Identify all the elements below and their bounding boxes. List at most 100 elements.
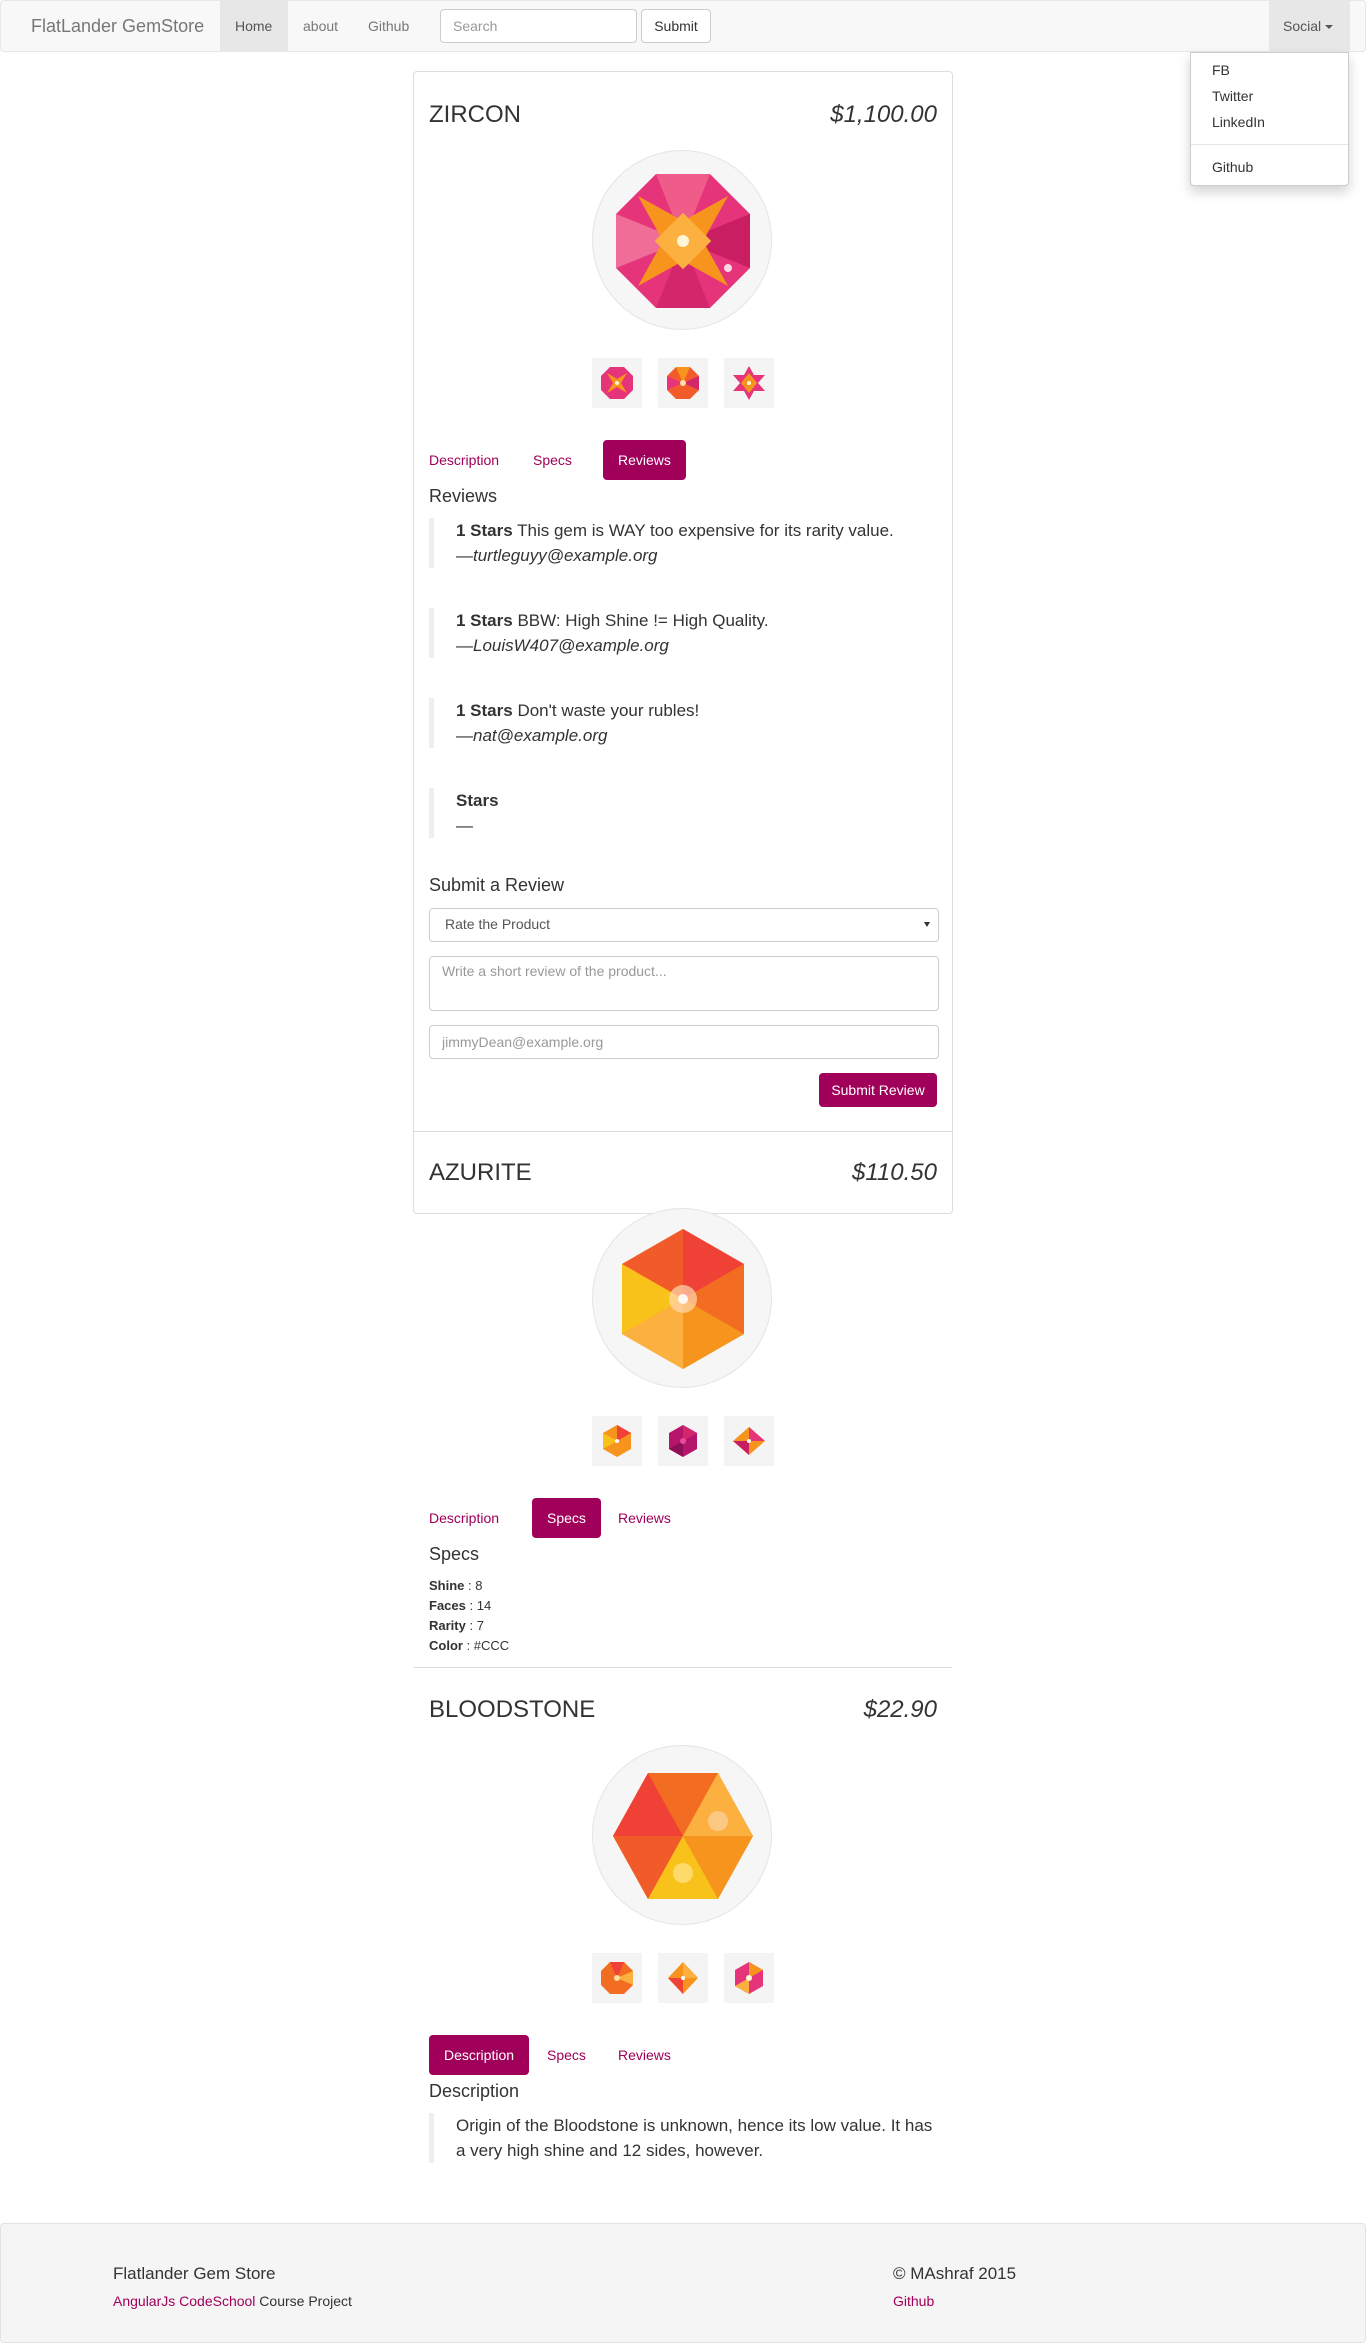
gem-thumb-icon <box>669 1425 697 1457</box>
tab-specs[interactable]: Specs <box>518 440 587 480</box>
gem-thumb-icon <box>667 367 699 399</box>
footer-codeschool-link[interactable]: AngularJs CodeSchool <box>113 2293 255 2309</box>
product-list: ZIRCON $1,100.00 Description Specs Revie… <box>413 71 953 2163</box>
gem-thumb-icon <box>733 366 765 400</box>
footer-subtitle-text: Course Project <box>255 2293 352 2309</box>
gem-thumb-icon <box>601 367 633 399</box>
spec-label: Rarity <box>429 1618 466 1633</box>
thumbnail-1[interactable] <box>592 1953 642 2003</box>
caret-down-icon <box>1325 25 1334 30</box>
dropdown-item-fb[interactable]: FB <box>1212 62 1230 78</box>
gem-thumb-icon <box>601 1962 633 1994</box>
spec-label: Faces <box>429 1598 466 1613</box>
review-item: Stars — <box>429 788 939 838</box>
gem-image <box>592 150 772 330</box>
review-author: —nat@example.org <box>456 726 608 745</box>
tab-reviews[interactable]: Reviews <box>603 1498 686 1538</box>
thumbnail-1[interactable] <box>592 1416 642 1466</box>
footer-copyright: © MAshraf 2015 <box>893 2264 1017 2283</box>
section-title: Reviews <box>429 486 498 506</box>
footer-subtitle: AngularJs CodeSchool Course Project <box>113 2293 352 2309</box>
social-dropdown-menu: FB Twitter LinkedIn Github <box>1190 52 1349 186</box>
dropdown-divider <box>1191 144 1348 145</box>
gem-image <box>592 1208 772 1388</box>
tab-description[interactable]: Description <box>414 1498 514 1538</box>
gem-thumb-icon <box>733 1427 765 1455</box>
review-form-title: Submit a Review <box>429 875 565 895</box>
product-name: BLOODSTONE <box>429 1696 596 1723</box>
gem-hexagon-icon <box>613 1773 753 1899</box>
tab-description[interactable]: Description <box>414 440 514 480</box>
dropdown-item-linkedin[interactable]: LinkedIn <box>1212 114 1265 130</box>
spec-value: : 8 <box>464 1578 483 1593</box>
footer: Flatlander Gem Store AngularJs CodeSchoo… <box>0 2223 1366 2343</box>
spec-shine: Shine : 8 <box>429 1578 482 1593</box>
footer-github-link[interactable]: Github <box>893 2293 934 2309</box>
spec-label: Color <box>429 1638 463 1653</box>
spec-rarity: Rarity : 7 <box>429 1618 484 1633</box>
review-stars: 1 Stars <box>456 701 513 720</box>
review-email-input[interactable] <box>429 1025 939 1059</box>
product-bloodstone: BLOODSTONE $22.90 Description Specs Revi… <box>414 1668 952 2213</box>
spec-value: : 7 <box>465 1618 484 1633</box>
tab-reviews[interactable]: Reviews <box>603 440 686 480</box>
gem-hexagon-icon <box>622 1229 744 1369</box>
brand-link[interactable]: FlatLander GemStore <box>31 16 204 37</box>
gem-thumb-icon <box>668 1962 698 1994</box>
thumbnail-3[interactable] <box>724 1953 774 2003</box>
nav-github[interactable]: Github <box>353 1 424 51</box>
review-item: 1 Stars This gem is WAY too expensive fo… <box>429 518 939 568</box>
gem-thumb-icon <box>603 1425 631 1457</box>
thumbnail-1[interactable] <box>592 358 642 408</box>
spec-label: Shine <box>429 1578 465 1593</box>
product-name: ZIRCON <box>429 101 521 128</box>
nav-home[interactable]: Home <box>220 1 288 51</box>
tab-specs[interactable]: Specs <box>532 2035 601 2075</box>
thumbnail-2[interactable] <box>658 1416 708 1466</box>
thumbnail-3[interactable] <box>724 358 774 408</box>
review-body: This gem is WAY too expensive for its ra… <box>517 521 894 540</box>
tab-description[interactable]: Description <box>429 2035 530 2075</box>
review-stars: Stars <box>456 791 499 810</box>
spec-faces: Faces : 14 <box>429 1598 491 1613</box>
nav-about[interactable]: about <box>288 1 353 51</box>
rating-select-value: Rate the Product <box>445 916 551 932</box>
review-body: Don't waste your rubles! <box>517 701 700 720</box>
thumbnail-3[interactable] <box>724 1416 774 1466</box>
review-stars: 1 Stars <box>456 521 513 540</box>
product-zircon: ZIRCON $1,100.00 Description Specs Revie… <box>414 72 952 1132</box>
social-dropdown-toggle[interactable]: Social <box>1269 1 1350 51</box>
review-item: 1 Stars BBW: High Shine != High Quality.… <box>429 608 939 658</box>
gem-image <box>592 1745 772 1925</box>
review-author: —LouisW407@example.org <box>456 636 669 655</box>
spec-value: : 14 <box>465 1598 492 1613</box>
search-submit-button[interactable]: Submit <box>641 9 711 43</box>
spec-value: : #CCC <box>462 1638 510 1653</box>
section-title: Description <box>429 2081 520 2101</box>
product-azurite: AZURITE $110.50 Description Specs Review… <box>414 1132 952 1668</box>
rating-select[interactable]: Rate the Product <box>429 908 939 942</box>
dropdown-item-github[interactable]: Github <box>1212 159 1253 175</box>
tab-specs[interactable]: Specs <box>532 1498 601 1538</box>
dropdown-item-twitter[interactable]: Twitter <box>1212 88 1253 104</box>
thumbnail-2[interactable] <box>658 358 708 408</box>
gem-thumb-icon <box>735 1962 763 1994</box>
section-title: Specs <box>429 1544 480 1564</box>
product-price: $22.90 <box>863 1696 937 1723</box>
submit-review-button[interactable]: Submit Review <box>819 1073 937 1107</box>
review-stars: 1 Stars <box>456 611 513 630</box>
select-arrow-icon <box>924 922 930 927</box>
gem-octagon-icon <box>616 174 750 308</box>
thumbnail-2[interactable] <box>658 1953 708 2003</box>
tab-reviews[interactable]: Reviews <box>603 2035 686 2075</box>
spec-color: Color : #CCC <box>429 1638 509 1653</box>
review-author: —turtleguyy@example.org <box>456 546 658 565</box>
search-input[interactable] <box>440 9 637 43</box>
review-item: 1 Stars Don't waste your rubles! —nat@ex… <box>429 698 939 748</box>
review-body-textarea[interactable] <box>429 956 939 1011</box>
social-label: Social <box>1283 18 1322 34</box>
product-name: AZURITE <box>429 1159 532 1186</box>
product-price: $1,100.00 <box>830 101 937 128</box>
review-body: BBW: High Shine != High Quality. <box>517 611 769 630</box>
footer-title: Flatlander Gem Store <box>113 2264 276 2283</box>
